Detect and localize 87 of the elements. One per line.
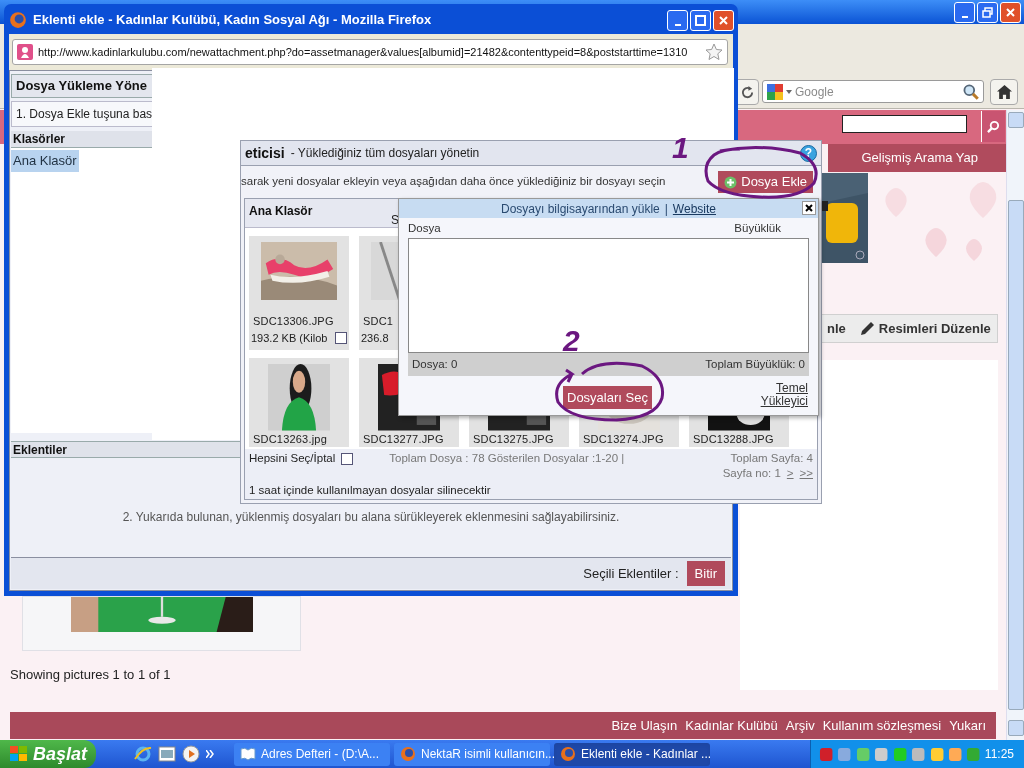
tray-icon[interactable] [874, 746, 889, 762]
star-icon[interactable] [705, 43, 723, 61]
folder-item[interactable]: Ana Klasör [11, 150, 79, 172]
minimize-button[interactable] [667, 9, 688, 31]
total-size-text: Toplam Büyüklük: 0 [705, 356, 805, 372]
site-icon [17, 44, 33, 60]
chevron-icon[interactable] [206, 750, 214, 758]
file-count-text: Dosya: 0 [412, 356, 458, 372]
edit-button[interactable]: nle [827, 318, 846, 339]
reload-icon [740, 85, 754, 99]
tab-separator: | [664, 200, 668, 218]
footer-link[interactable]: Arşiv [785, 715, 815, 736]
google-icon [767, 83, 783, 100]
picture-icon[interactable] [158, 745, 176, 763]
instruction-text: sarak yeni dosyalar ekleyin veya aşağıdan daha önce yüklediğiniz bir dosyayı seçin [241, 174, 666, 190]
folder-title: Ana Klasör [249, 203, 313, 220]
restore-button[interactable] [977, 1, 998, 23]
tray-icon[interactable] [929, 746, 944, 762]
file-name: SDC1 [362, 314, 394, 330]
folders-header: Klasörler [11, 131, 152, 148]
file-name: SDC13306.JPG [252, 314, 334, 330]
file-checkbox[interactable] [335, 331, 347, 344]
taskbar-button[interactable]: Adres Defteri - (D:\A... [234, 742, 390, 766]
file-size: 193.2 KB (Kilob [251, 330, 328, 346]
home-icon [996, 85, 1012, 99]
minimize-icon [961, 15, 968, 18]
search-icon [987, 120, 1000, 133]
upload-tab[interactable]: Dosyayı bilgisayarından yükle [501, 199, 660, 218]
globe-icon [9, 11, 27, 29]
page-count-text: Toplam Sayfa: 4 [730, 451, 813, 467]
taskbar-button[interactable]: Eklenti ekle - Kadınlar ... [554, 742, 710, 766]
maximize-button[interactable] [690, 9, 711, 31]
close-button[interactable] [802, 201, 816, 215]
add-file-button[interactable]: Dosya Ekle [718, 171, 813, 193]
minimize-button[interactable] [954, 1, 975, 23]
scroll-thumb[interactable] [1008, 200, 1024, 710]
footer-link[interactable]: Kadınlar Kulübü [685, 715, 778, 736]
footer-link[interactable]: Yukarı [949, 715, 986, 736]
last-page-link[interactable]: >> [799, 465, 813, 483]
footer-link[interactable]: Kullanım sözleşmesi [822, 715, 942, 736]
site-search-field[interactable] [842, 115, 967, 133]
search-icon [962, 83, 979, 100]
column-header: Büyüklük [734, 221, 782, 236]
clock-text: 11:25 [984, 746, 1014, 763]
select-files-button[interactable]: Dosyaları Seç [563, 386, 652, 409]
column-header: S [391, 212, 399, 229]
address-field[interactable]: http://www.kadinlarkulubu.com/newattachment.php?do=assetmanager&values[albumid]=21482&contenttypeid=8&poststarttime=1310 [12, 39, 728, 65]
windows-logo-icon [10, 746, 28, 762]
book-icon [240, 746, 256, 762]
selected-attachments-label: Seçili Eklentiler : [583, 564, 679, 583]
results-text: Showing pictures 1 to 1 of 1 [10, 666, 171, 684]
select-all-checkbox[interactable] [341, 452, 354, 465]
manager-subtitle: - Yüklediğiniz tüm dosyaları yönetin [290, 145, 480, 162]
globe-icon [400, 746, 416, 762]
annotation-number: 2 [563, 326, 580, 356]
basic-uploader-link[interactable]: Temel Yükleyici [754, 382, 808, 408]
hint-text: 2. Yukarıda bulunan, yüklenmiş dosyaları bu alana sürükleyerek eklenmesini sağlayabilirsiniz. [121, 509, 621, 526]
caret-icon [786, 89, 792, 94]
page-number-text: Sayfa no: 1 [722, 466, 781, 482]
search-button[interactable] [981, 111, 1005, 142]
restore-icon [982, 6, 993, 18]
edit-pictures-button[interactable]: Resimleri Düzenle [859, 318, 991, 339]
home-button[interactable] [990, 79, 1018, 105]
file-card[interactable]: SDC13263.jpg [249, 358, 349, 448]
upload-tab[interactable]: Website [672, 199, 716, 218]
notice-text: 1 saat içinde kullanılmayan dosyalar silinecektir [249, 482, 492, 498]
footer-link[interactable]: Bize Ulaşın [611, 715, 678, 736]
play-icon[interactable] [182, 745, 200, 763]
file-card[interactable]: SDC13306.JPG 193.2 KB (Kilob [249, 236, 349, 351]
browser-icon[interactable] [134, 745, 152, 763]
close-icon [1005, 6, 1016, 18]
finish-button[interactable]: Bitir [686, 561, 725, 586]
next-page-link[interactable]: > [786, 465, 794, 483]
pencil-icon [859, 321, 875, 336]
search-bar[interactable]: Google [762, 80, 984, 103]
manager-title: eticisi [245, 143, 285, 163]
plus-icon [724, 175, 738, 189]
maximize-icon [695, 14, 706, 26]
annotation-number: 1 [672, 133, 689, 163]
close-icon [718, 14, 729, 26]
start-button[interactable]: Başlat [0, 740, 96, 768]
column-header: Dosya [408, 221, 442, 236]
globe-icon [560, 746, 576, 762]
search-field[interactable]: Google [795, 82, 959, 101]
window-title: Eklenti ekle - Kadınlar Kulübü, Kadın Sosyal Ağı - Mozilla Firefox [33, 11, 432, 30]
advanced-search-link[interactable]: Gelişmiş Arama Yap [828, 144, 1006, 172]
file-size: 236.8 [361, 330, 389, 346]
